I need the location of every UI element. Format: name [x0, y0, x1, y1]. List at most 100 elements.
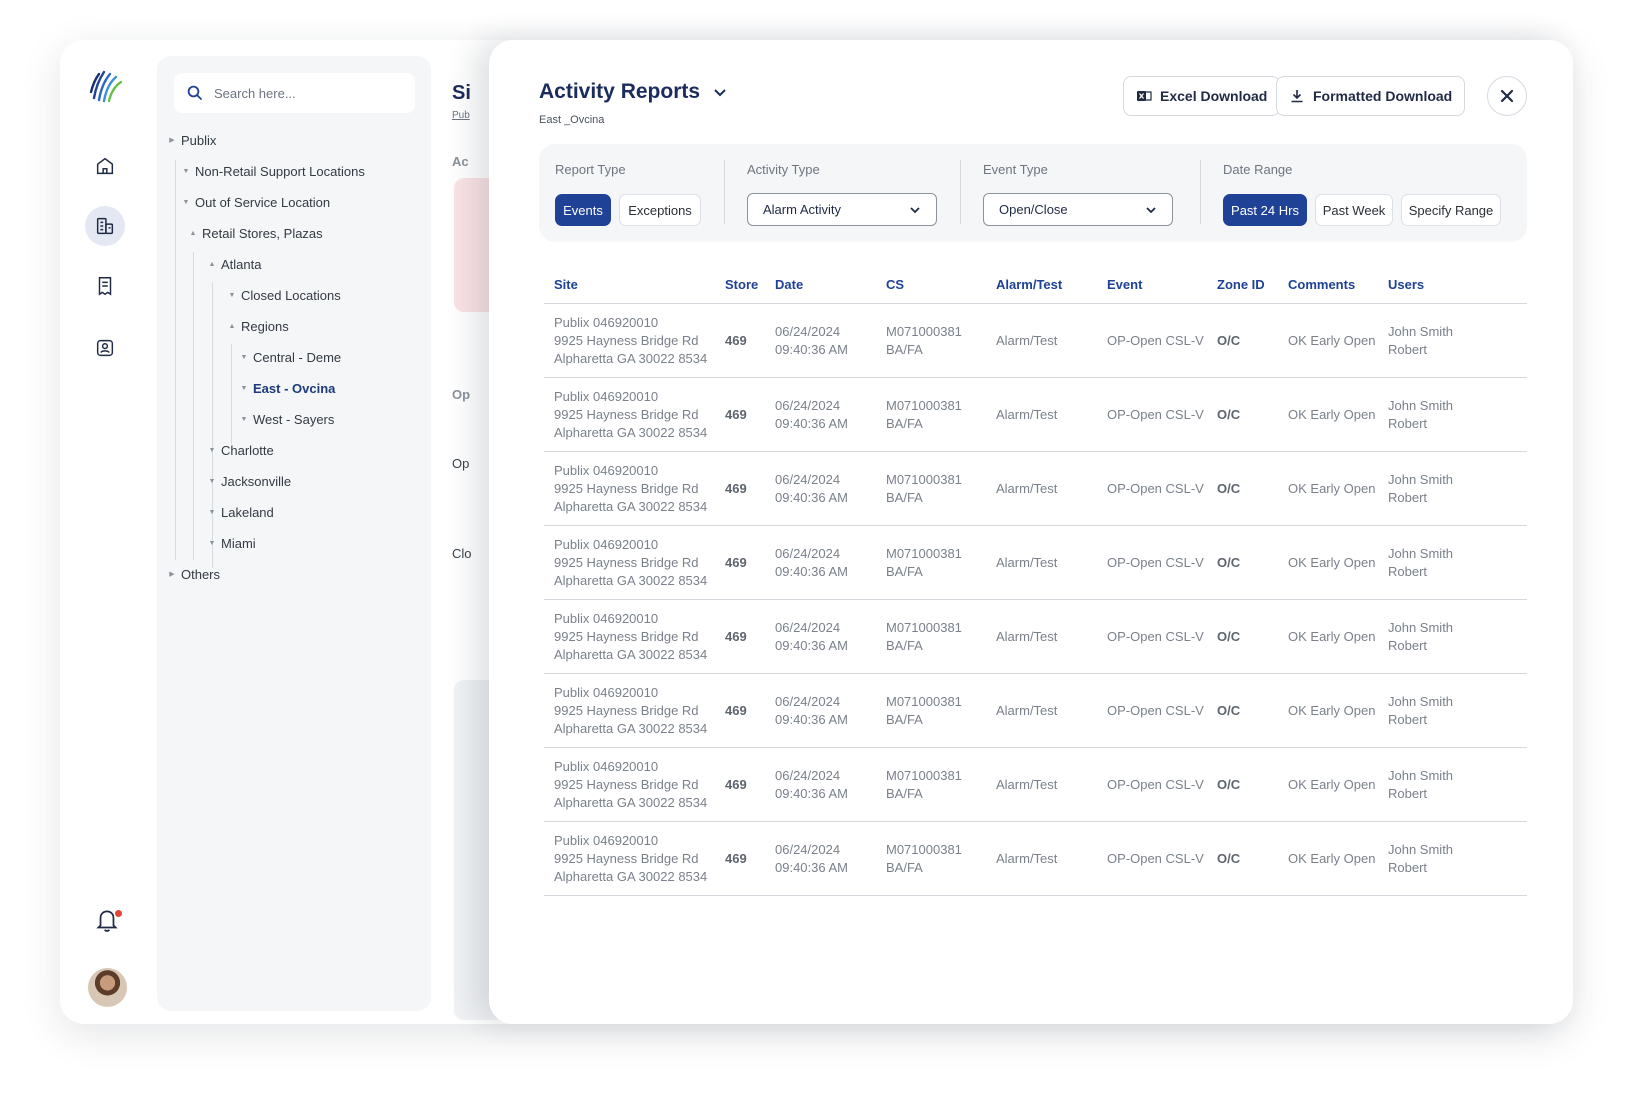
tree-node-others[interactable]: ▶ Others: [167, 565, 220, 583]
tree-node-label: Publix: [181, 132, 217, 148]
cell-cs: BA/FA: [886, 860, 923, 875]
cell-cs: M071000381: [886, 472, 962, 487]
tree-node-atlanta[interactable]: ▲ Atlanta: [207, 255, 262, 273]
cell-zone: O/C: [1217, 333, 1241, 348]
tree-node-publix[interactable]: ▶ Publix: [167, 131, 216, 149]
table-row[interactable]: Publix 046920010 9925 Hayness Bridge Rd Al…: [544, 822, 1527, 896]
column-header-event[interactable]: Event: [1107, 277, 1142, 292]
date-range-past-24-chip[interactable]: Past 24 Hrs: [1223, 194, 1307, 226]
cell-comments: OK Early Open: [1288, 777, 1376, 792]
reports-icon[interactable]: [85, 266, 125, 306]
tree-node-label: Lakeland: [221, 504, 274, 520]
table-row[interactable]: Publix 046920010 9925 Hayness Bridge Rd Al…: [544, 600, 1527, 674]
cell-cs: M071000381: [886, 768, 962, 783]
brand-logo-icon[interactable]: [88, 68, 124, 104]
user-avatar[interactable]: [88, 968, 127, 1007]
column-header-date[interactable]: Date: [775, 277, 803, 292]
tree-node-miami[interactable]: ▼ Miami: [207, 534, 256, 552]
cell-zone: O/C: [1217, 703, 1241, 718]
cell-zone: O/C: [1217, 851, 1241, 866]
report-type-exceptions-chip[interactable]: Exceptions: [619, 194, 701, 226]
caret-down-icon: ▼: [208, 508, 216, 516]
tree-node-charlotte[interactable]: ▼ Charlotte: [207, 441, 274, 459]
page-title: Si: [452, 82, 471, 104]
cell-cs: BA/FA: [886, 342, 923, 357]
cell-date: 06/24/2024: [775, 694, 841, 709]
caret-up-icon: ▲: [208, 260, 216, 268]
tree-node-regions[interactable]: ▲ Regions: [227, 317, 289, 335]
table-row[interactable]: Publix 046920010 9925 Hayness Bridge Rd Al…: [544, 748, 1527, 822]
report-selector[interactable]: Activity Reports: [539, 80, 728, 104]
caret-up-icon: ▲: [228, 322, 236, 330]
column-header-comments[interactable]: Comments: [1288, 277, 1355, 292]
cell-users: John Smith: [1388, 768, 1454, 783]
activity-type-label: Activity Type: [747, 162, 820, 177]
report-type-events-chip[interactable]: Events: [555, 194, 611, 226]
cell-alarm: Alarm/Test: [996, 555, 1058, 570]
filter-divider: [1200, 160, 1201, 224]
search-input[interactable]: [214, 85, 404, 101]
tree-node-label: Jacksonville: [221, 473, 292, 489]
breadcrumb[interactable]: Pub: [452, 110, 470, 121]
cell-site: 9925 Hayness Bridge Rd: [554, 481, 699, 496]
column-header-site[interactable]: Site: [554, 277, 578, 292]
cell-site: Publix 046920010: [554, 759, 659, 774]
cell-cs: BA/FA: [886, 416, 923, 431]
tree-node-non-retail[interactable]: ▼ Non-Retail Support Locations: [181, 162, 365, 180]
column-header-users[interactable]: Users: [1388, 277, 1424, 292]
cell-date: 06/24/2024: [775, 768, 841, 783]
cell-users: John Smith: [1388, 472, 1454, 487]
cell-site: Publix 046920010: [554, 537, 659, 552]
activity-type-select[interactable]: Alarm Activity: [747, 193, 937, 226]
tree-node-out-of-service[interactable]: ▼ Out of Service Location: [181, 193, 331, 211]
column-header-zone-id[interactable]: Zone ID: [1217, 277, 1265, 292]
column-header-store[interactable]: Store: [725, 277, 758, 292]
cell-event: OP-Open CSL-V: [1107, 481, 1204, 496]
cell-comments: OK Early Open: [1288, 333, 1376, 348]
tree-node-jacksonville[interactable]: ▼ Jacksonville: [207, 472, 292, 490]
home-icon[interactable]: [85, 146, 125, 186]
event-type-select[interactable]: Open/Close: [983, 193, 1173, 226]
date-range-specify-chip[interactable]: Specify Range: [1401, 194, 1501, 226]
contacts-icon[interactable]: [85, 328, 125, 368]
cell-site: 9925 Hayness Bridge Rd: [554, 629, 699, 644]
cell-site: Publix 046920010: [554, 315, 659, 330]
search-icon: [187, 85, 202, 100]
tree-node-closed-locations[interactable]: ▼ Closed Locations: [227, 286, 341, 304]
close-button[interactable]: [1487, 76, 1527, 116]
filter-divider: [960, 160, 961, 224]
tree-node-west[interactable]: ▼ West - Sayers: [239, 410, 335, 428]
excel-download-button[interactable]: Excel Download: [1123, 76, 1281, 116]
tree-guide: [193, 252, 194, 560]
cell-store: 469: [725, 555, 747, 570]
column-header-alarm-test[interactable]: Alarm/Test: [996, 277, 1062, 292]
formatted-download-button[interactable]: Formatted Download: [1276, 76, 1466, 116]
activity-reports-modal: Activity Reports East _Ovcina Excel Down…: [489, 40, 1573, 1024]
table-row[interactable]: Publix 046920010 9925 Hayness Bridge Rd Al…: [544, 526, 1527, 600]
table-row[interactable]: Publix 046920010 9925 Hayness Bridge Rd Al…: [544, 674, 1527, 748]
tree-node-label: Regions: [241, 318, 289, 334]
table-row[interactable]: Publix 046920010 9925 Hayness Bridge Rd Al…: [544, 304, 1527, 378]
cell-users: Robert: [1388, 786, 1428, 801]
tree-guide: [231, 344, 232, 444]
date-range-past-week-chip[interactable]: Past Week: [1315, 194, 1393, 226]
column-header-cs[interactable]: CS: [886, 277, 904, 292]
table-row[interactable]: Publix 046920010 9925 Hayness Bridge Rd Al…: [544, 452, 1527, 526]
cell-zone: O/C: [1217, 407, 1241, 422]
tree-node-lakeland[interactable]: ▼ Lakeland: [207, 503, 274, 521]
cell-site: 9925 Hayness Bridge Rd: [554, 851, 699, 866]
tree-node-retail-stores[interactable]: ▲ Retail Stores, Plazas: [188, 224, 323, 242]
tree-node-east[interactable]: ▼ East - Ovcina: [239, 379, 336, 397]
sites-icon[interactable]: [85, 206, 125, 246]
cell-users: Robert: [1388, 638, 1428, 653]
tree-node-central[interactable]: ▼ Central - Deme: [239, 348, 342, 366]
table-row[interactable]: Publix 046920010 9925 Hayness Bridge Rd Al…: [544, 378, 1527, 452]
cell-alarm: Alarm/Test: [996, 333, 1058, 348]
cell-alarm: Alarm/Test: [996, 703, 1058, 718]
cell-alarm: Alarm/Test: [996, 629, 1058, 644]
section-label: Ac: [452, 154, 469, 169]
cell-event: OP-Open CSL-V: [1107, 851, 1204, 866]
cell-users: Robert: [1388, 342, 1428, 357]
cell-users: John Smith: [1388, 842, 1454, 857]
caret-down-icon: ▼: [208, 539, 216, 547]
